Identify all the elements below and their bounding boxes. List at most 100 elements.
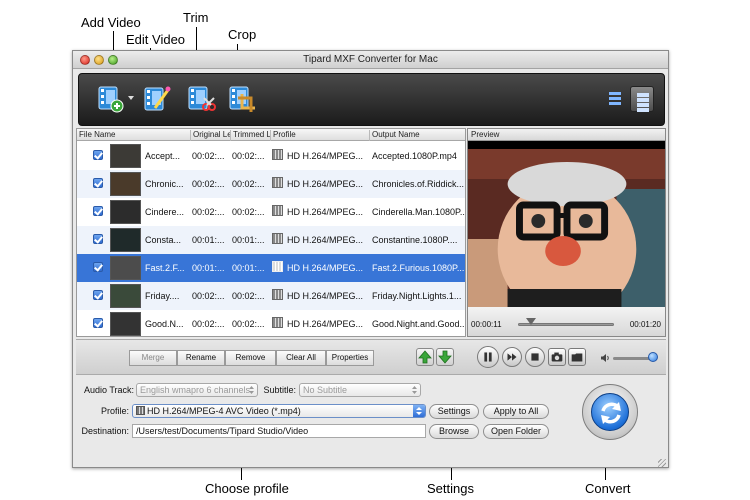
column-file-name[interactable]: File Name xyxy=(77,130,190,141)
edit-video-icon xyxy=(144,86,171,111)
current-time: 00:00:11 xyxy=(471,320,502,329)
profile-cell: HD H.264/MPEG... xyxy=(287,235,364,245)
add-video-dropdown-arrow[interactable] xyxy=(128,96,134,100)
preview-header: Preview xyxy=(468,129,665,141)
preview-panel: Preview 00:00:11 00:01:20 xyxy=(467,128,666,337)
column-trimmed-length[interactable]: Trimmed L xyxy=(230,130,270,141)
app-window: Tipard MXF Converter for Mac File Name O… xyxy=(72,50,669,468)
callout-settings: Settings xyxy=(427,481,474,496)
move-up-button[interactable] xyxy=(416,348,434,366)
updown-arrows-icon xyxy=(249,386,254,394)
file-name-cell: Friday.... xyxy=(145,291,180,301)
trimmed-length-cell: 00:02:... xyxy=(232,179,265,189)
row-checkbox[interactable] xyxy=(93,206,103,216)
detail-view-toggle[interactable] xyxy=(630,86,654,112)
total-time: 00:01:20 xyxy=(629,320,661,329)
file-name-cell: Accept... xyxy=(145,151,181,161)
column-profile[interactable]: Profile xyxy=(270,130,369,141)
file-row[interactable]: Cindere... 00:02:... 00:02:... HD H.264/MPE… xyxy=(77,198,465,226)
row-checkbox[interactable] xyxy=(93,290,103,300)
trim-button[interactable] xyxy=(186,84,216,114)
merge-button[interactable]: Merge xyxy=(129,350,177,366)
pause-button[interactable] xyxy=(477,346,499,368)
file-row[interactable]: Good.N... 00:02:... 00:02:... HD H.264/MPEG… xyxy=(77,310,465,336)
profile-cell: HD H.264/MPEG... xyxy=(287,319,364,329)
stop-button[interactable] xyxy=(525,347,545,367)
edit-video-button[interactable] xyxy=(142,84,172,114)
crop-icon xyxy=(229,86,255,112)
row-checkbox[interactable] xyxy=(93,178,103,188)
crop-button[interactable] xyxy=(227,84,257,114)
row-checkbox[interactable] xyxy=(93,262,103,272)
profile-format-icon xyxy=(272,177,283,188)
audio-track-select[interactable]: English wmapro 6 channels xyxy=(136,383,258,397)
preview-video-frame xyxy=(468,149,665,307)
video-thumbnail xyxy=(110,312,141,336)
original-length-cell: 00:01:... xyxy=(192,263,225,273)
profile-cell: HD H.264/MPEG... xyxy=(287,179,364,189)
profile-select[interactable]: HD H.264/MPEG-4 AVC Video (*.mp4) xyxy=(132,404,426,418)
video-thumbnail xyxy=(110,144,141,168)
trimmed-length-cell: 00:02:... xyxy=(232,291,265,301)
profile-format-icon xyxy=(272,149,283,160)
callout-crop: Crop xyxy=(228,27,257,42)
column-original-length[interactable]: Original Le xyxy=(190,130,230,141)
file-row[interactable]: Accept... 00:02:... 00:02:... HD H.264/MPEG… xyxy=(77,142,465,170)
clear-all-button[interactable]: Clear All xyxy=(276,350,326,366)
subtitle-select[interactable]: No Subtitle xyxy=(299,383,421,397)
profile-stepper[interactable] xyxy=(413,405,425,417)
file-row[interactable]: Friday.... 00:02:... 00:02:... HD H.264/MPE… xyxy=(77,282,465,310)
output-name-cell: Friday.Night.Lights.1... xyxy=(372,291,462,301)
settings-button[interactable]: Settings xyxy=(429,404,479,419)
profile-cell: HD H.264/MPEG... xyxy=(287,207,364,217)
arrow-down-icon xyxy=(438,350,452,364)
profile-format-icon xyxy=(272,233,283,244)
list-view-toggle[interactable] xyxy=(603,86,627,112)
fast-forward-button[interactable] xyxy=(502,347,522,367)
file-row[interactable]: Fast.2.F... 00:01:... 00:01:... HD H.264/MP… xyxy=(77,254,465,282)
video-thumbnail xyxy=(110,172,141,196)
seek-slider-handle[interactable] xyxy=(526,318,537,325)
rename-button[interactable]: Rename xyxy=(177,350,225,366)
profile-format-icon xyxy=(272,205,283,216)
list-view-icon xyxy=(609,92,621,107)
row-checkbox[interactable] xyxy=(93,318,103,328)
video-thumbnail xyxy=(110,284,141,308)
snapshot-button[interactable] xyxy=(548,348,566,366)
column-output-name[interactable]: Output Name xyxy=(369,130,465,141)
resize-grip[interactable] xyxy=(658,459,666,467)
row-checkbox[interactable] xyxy=(93,234,103,244)
profile-cell: HD H.264/MPEG... xyxy=(287,263,364,273)
file-name-cell: Fast.2.F... xyxy=(145,263,185,273)
file-name-cell: Good.N... xyxy=(145,319,184,329)
stop-icon xyxy=(531,353,539,361)
profile-label: Profile: xyxy=(100,406,129,416)
original-length-cell: 00:02:... xyxy=(192,291,225,301)
profile-value: HD H.264/MPEG-4 AVC Video (*.mp4) xyxy=(147,406,301,416)
file-row[interactable]: Consta... 00:01:... 00:01:... HD H.264/MPEG… xyxy=(77,226,465,254)
remove-button[interactable]: Remove xyxy=(225,350,276,366)
destination-field[interactable]: /Users/test/Documents/Tipard Studio/Vide… xyxy=(132,424,426,438)
profile-format-icon xyxy=(272,289,283,300)
open-folder-button[interactable]: Open Folder xyxy=(483,424,549,439)
row-checkbox[interactable] xyxy=(93,150,103,160)
apply-to-all-button[interactable]: Apply to All xyxy=(483,404,549,419)
folder-icon xyxy=(571,353,583,362)
output-name-cell: Cinderella.Man.1080P.... xyxy=(372,207,466,217)
convert-icon xyxy=(601,402,621,424)
file-row[interactable]: Chronic... 00:02:... 00:02:... HD H.264/MPE… xyxy=(77,170,465,198)
audio-track-label: Audio Track: xyxy=(83,385,134,395)
output-name-cell: Constantine.1080P.... xyxy=(372,235,458,245)
convert-button[interactable] xyxy=(582,384,638,440)
title-bar[interactable]: Tipard MXF Converter for Mac xyxy=(73,51,668,69)
open-snapshot-folder-button[interactable] xyxy=(568,348,586,366)
original-length-cell: 00:02:... xyxy=(192,151,225,161)
browse-button[interactable]: Browse xyxy=(429,424,479,439)
file-list-header: File Name Original Le Trimmed L Profile … xyxy=(77,129,465,141)
properties-button[interactable]: Properties xyxy=(326,350,374,366)
add-video-button[interactable] xyxy=(96,84,126,114)
convert-icon-wrap xyxy=(591,393,629,431)
move-down-button[interactable] xyxy=(436,348,454,366)
volume-slider-handle[interactable] xyxy=(647,352,658,362)
profile-cell: HD H.264/MPEG... xyxy=(287,151,364,161)
